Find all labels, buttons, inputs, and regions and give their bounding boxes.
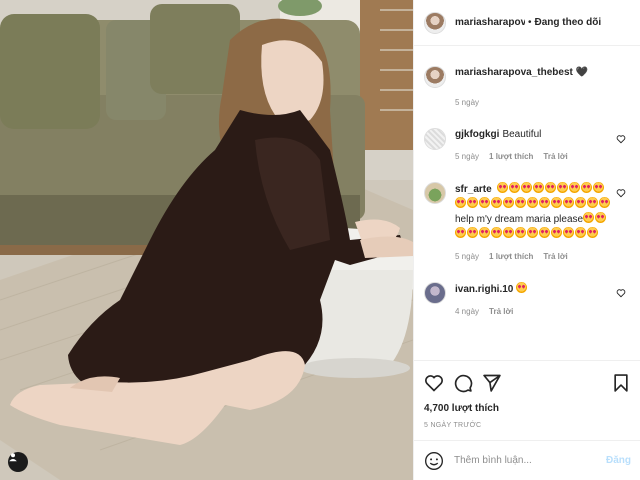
heart-eyes-emoji — [551, 227, 562, 238]
likes-count[interactable]: 4,700 lượt thích — [424, 403, 631, 414]
heart-eyes-emoji — [563, 227, 574, 238]
comment-time: 5 ngày — [455, 252, 480, 261]
heart-eyes-emoji — [491, 197, 502, 208]
caption-emoji: 🖤 — [575, 67, 589, 78]
heart-eyes-emoji — [583, 212, 595, 223]
caption-username[interactable]: mariasharapova_thebest — [455, 67, 573, 78]
heart-eyes-emoji — [515, 227, 526, 238]
commenter-avatar[interactable] — [424, 182, 446, 204]
caption-text: mariasharapova_thebest 🖤 — [455, 66, 588, 80]
post-header: mariasharapova_t • Đang theo dõi — [414, 0, 640, 46]
heart-eyes-emoji — [467, 197, 478, 208]
heart-eyes-emoji — [479, 197, 490, 208]
post-actions: 4,700 lượt thích 5 NGÀY TRƯỚC — [414, 360, 640, 429]
heart-eyes-emoji — [581, 182, 593, 193]
heart-eyes-emoji — [527, 227, 538, 238]
heart-eyes-emoji — [539, 197, 550, 208]
heart-outline-icon[interactable] — [616, 188, 626, 198]
heart-eyes-emoji — [455, 197, 466, 208]
comment-item: ivan.righi.10 4 ngày Trả lời — [424, 282, 630, 316]
commenter-username[interactable]: sfr_arte — [455, 184, 492, 195]
follow-status-button[interactable]: Đang theo dõi — [535, 17, 602, 28]
caption-avatar[interactable] — [424, 66, 446, 88]
heart-eyes-emoji — [575, 197, 586, 208]
post-date: 5 NGÀY TRƯỚC — [424, 422, 482, 429]
heart-eyes-emoji — [515, 197, 526, 208]
tag-people-button[interactable] — [8, 452, 28, 472]
comment-input[interactable] — [454, 455, 594, 466]
comment-reply-link[interactable]: Trả lời — [543, 252, 567, 261]
comment-text: sfr_arte help m'y dream maria please — [455, 182, 615, 242]
add-comment-bar: Đăng — [414, 440, 640, 480]
comment-reply-link[interactable]: Trả lời — [489, 307, 513, 316]
heart-eyes-emoji — [595, 212, 607, 223]
comment-meta: 4 ngày Trả lời — [455, 307, 615, 316]
heart-eyes-emoji — [539, 227, 550, 238]
post-comment-button[interactable]: Đăng — [606, 455, 631, 466]
heart-eyes-emoji — [503, 197, 514, 208]
heart-eyes-emoji — [479, 227, 490, 238]
comment-reply-link[interactable]: Trả lời — [543, 152, 567, 161]
heart-eyes-emoji — [575, 227, 586, 238]
post-sidebar: mariasharapova_t • Đang theo dõi mariash… — [413, 0, 640, 480]
bookmark-icon[interactable] — [611, 373, 631, 393]
comment-likes-link[interactable]: 1 lượt thích — [489, 152, 533, 161]
heart-eyes-emoji — [533, 182, 545, 193]
comment-item: sfr_arte help m'y dream maria please 5 n… — [424, 182, 630, 261]
heart-eyes-emoji — [545, 182, 557, 193]
heart-eyes-emoji — [527, 197, 538, 208]
heart-eyes-emoji — [509, 182, 521, 193]
heart-eyes-emoji — [569, 182, 581, 193]
comment-meta: 5 ngày 1 lượt thích Trả lời — [455, 152, 615, 161]
paper-plane-icon[interactable] — [482, 373, 502, 393]
heart-eyes-emoji — [503, 227, 514, 238]
comment-content: help m'y dream maria please — [455, 214, 584, 225]
heart-eyes-emoji — [587, 227, 598, 238]
smiley-icon[interactable] — [424, 451, 444, 471]
heart-eyes-emoji — [551, 197, 562, 208]
commenter-avatar[interactable] — [424, 282, 446, 304]
comment-item: gjkfogkgi Beautiful 5 ngày 1 lượt thích T… — [424, 128, 630, 161]
author-avatar[interactable] — [424, 11, 446, 34]
user-tag-icon — [9, 453, 17, 462]
comment-likes-link[interactable]: 1 lượt thích — [489, 252, 533, 261]
post-photo[interactable] — [0, 0, 413, 480]
comment-content: Beautiful — [502, 129, 542, 140]
author-username[interactable]: mariasharapova_t — [455, 17, 525, 28]
comment-text: gjkfogkgi Beautiful — [455, 128, 615, 142]
heart-eyes-emoji — [587, 197, 598, 208]
comment-time: 4 ngày — [455, 307, 480, 316]
comment-bubble-icon[interactable] — [453, 373, 473, 393]
commenter-username[interactable]: ivan.righi.10 — [455, 284, 513, 295]
comment-text: ivan.righi.10 — [455, 282, 615, 297]
heart-eyes-emoji — [497, 182, 509, 193]
heart-eyes-emoji — [516, 282, 528, 293]
commenter-username[interactable]: gjkfogkgi — [455, 129, 499, 140]
caption-row: mariasharapova_thebest 🖤 — [424, 66, 630, 88]
heart-eyes-emoji — [521, 182, 533, 193]
comments-list: mariasharapova_thebest 🖤 5 ngày gjkfogkg… — [414, 46, 640, 316]
comment-time: 5 ngày — [455, 152, 480, 161]
heart-outline-icon[interactable] — [424, 373, 444, 393]
commenter-avatar[interactable] — [424, 128, 446, 150]
heart-eyes-emoji — [491, 227, 502, 238]
heart-eyes-emoji — [557, 182, 569, 193]
comment-meta: 5 ngày 1 lượt thích Trả lời — [455, 252, 615, 261]
heart-outline-icon[interactable] — [616, 134, 626, 144]
heart-eyes-emoji — [563, 197, 574, 208]
action-bar — [424, 371, 631, 395]
heart-eyes-emoji — [467, 227, 478, 238]
heart-eyes-emoji — [455, 227, 466, 238]
heart-eyes-emoji — [593, 182, 605, 193]
photo-illustration — [0, 0, 413, 480]
heart-outline-icon[interactable] — [616, 288, 626, 298]
heart-eyes-emoji — [599, 197, 610, 208]
header-separator: • — [528, 17, 532, 28]
caption-time: 5 ngày — [455, 98, 480, 107]
